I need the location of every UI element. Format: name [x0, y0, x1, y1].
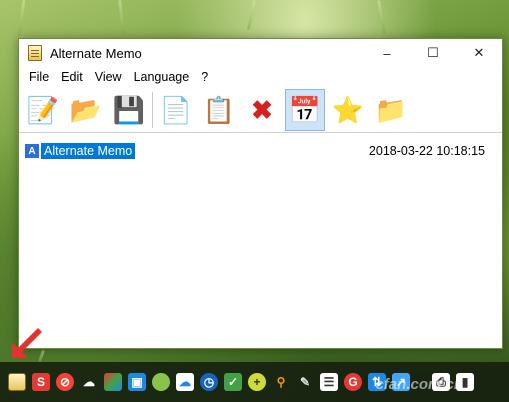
calendar-icon: 📅 — [288, 94, 322, 125]
close-button[interactable]: ✕ — [456, 39, 502, 67]
menu-view[interactable]: View — [89, 70, 128, 84]
notes-icon[interactable]: ☰ — [320, 373, 338, 391]
browser-icon[interactable]: G — [344, 373, 362, 391]
save-button[interactable]: 💾 — [109, 89, 149, 131]
paste-button[interactable]: 📋 — [199, 89, 239, 131]
paste-icon: 📋 — [202, 94, 236, 125]
copy-button[interactable]: 📄 — [156, 89, 196, 131]
screen-tool-icon[interactable]: ▣ — [128, 373, 146, 391]
new-folder-icon: 📁 — [374, 94, 408, 125]
toolbar-separator — [152, 91, 153, 128]
open-button[interactable]: 📂 — [66, 89, 106, 131]
watermark: cfan.com.cn — [375, 376, 463, 393]
menu-help[interactable]: ? — [195, 70, 214, 84]
memo-window: Alternate Memo – ☐ ✕ File Edit View Lang… — [18, 38, 503, 349]
new-folder-button[interactable]: 📁 — [371, 89, 411, 131]
grass-blade — [377, 0, 386, 35]
grass-blade — [118, 0, 125, 35]
memo-app-icon[interactable] — [8, 373, 26, 391]
block-icon[interactable]: ⊘ — [56, 373, 74, 391]
sogou-icon[interactable]: S — [32, 373, 50, 391]
memo-app-icon[interactable] — [28, 45, 42, 61]
delete-icon: ✖ — [251, 94, 273, 125]
close-icon: ✕ — [473, 45, 485, 60]
memo-name[interactable]: Alternate Memo — [41, 143, 136, 159]
maximize-button[interactable]: ☐ — [410, 39, 456, 67]
memo-date: 2018-03-22 10:18:15 — [368, 144, 485, 158]
open-folder-icon: 📂 — [69, 94, 103, 125]
red-arrow-annotation — [12, 328, 42, 358]
menu-bar: File Edit View Language ? — [19, 67, 502, 87]
list-item[interactable]: A Alternate Memo 2018-03-22 10:18:15 — [25, 143, 499, 159]
favorite-button[interactable]: ⭐ — [328, 89, 368, 131]
menu-file[interactable]: File — [23, 70, 55, 84]
color-tool-icon[interactable] — [104, 373, 122, 391]
window-title: Alternate Memo — [50, 45, 142, 61]
maximize-icon: ☐ — [427, 45, 439, 60]
shield-icon[interactable]: ✓ — [224, 373, 242, 391]
minimize-icon: – — [383, 45, 391, 61]
menu-edit[interactable]: Edit — [55, 70, 89, 84]
clock-icon[interactable]: ◷ — [200, 373, 218, 391]
minimize-button[interactable]: – — [364, 39, 410, 67]
search-icon[interactable]: ⚲ — [272, 373, 290, 391]
memo-item-icon: A — [25, 144, 39, 158]
chat-icon[interactable] — [152, 373, 170, 391]
add-icon[interactable]: + — [248, 373, 266, 391]
copy-icon: 📄 — [159, 94, 193, 125]
calendar-button[interactable]: 📅 — [285, 88, 325, 131]
favorite-star-icon: ⭐ — [331, 94, 365, 125]
save-icon: 💾 — [112, 94, 146, 125]
cloud-icon[interactable]: ☁ — [80, 373, 98, 391]
title-bar[interactable]: Alternate Memo – ☐ ✕ — [19, 39, 502, 67]
new-memo-button[interactable]: 📝 — [23, 89, 63, 131]
cloud-drive-icon[interactable]: ☁ — [176, 373, 194, 391]
memo-list[interactable]: A Alternate Memo 2018-03-22 10:18:15 — [19, 134, 502, 348]
delete-button[interactable]: ✖ — [242, 89, 282, 131]
grass-blade — [17, 0, 26, 37]
menu-language[interactable]: Language — [128, 70, 196, 84]
toolbar: 📝 📂 💾 📄 📋 ✖ 📅 ⭐ 📁 — [19, 87, 502, 133]
pen-icon[interactable]: ✎ — [296, 373, 314, 391]
new-memo-icon: 📝 — [26, 94, 60, 125]
grass-blade — [246, 0, 257, 30]
